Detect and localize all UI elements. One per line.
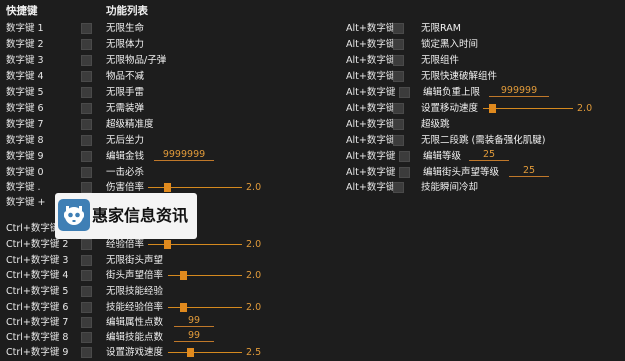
hotkey-label: Ctrl+数字键 3 (6, 255, 69, 266)
feature-toggle-checkbox[interactable] (81, 347, 92, 358)
feature-label: 技能瞬间冷却 (421, 182, 479, 193)
slider-value-readout: 2.5 (246, 347, 262, 358)
feature-toggle-checkbox[interactable] (393, 39, 404, 50)
feature-label: 锁定黑入时间 (421, 39, 479, 50)
watermark: 惠家信息资讯 (55, 193, 197, 239)
right-feature-row: Alt+数字键 1 无限RAM (0, 21, 625, 36)
feature-toggle-checkbox[interactable] (81, 239, 92, 250)
left-feature-row: Ctrl+数字键 8 编辑技能点数 99 (0, 330, 625, 345)
feature-toggle-checkbox[interactable] (399, 87, 410, 98)
watermark-text: 惠家信息资讯 (92, 206, 189, 225)
value-input-field[interactable]: 25 (469, 149, 509, 161)
value-slider-thumb[interactable] (489, 104, 496, 113)
hotkey-label: Ctrl+数字键 9 (6, 347, 69, 358)
slider-value-readout: 2.0 (577, 103, 593, 114)
hotkey-label: Ctrl+数字键 8 (6, 332, 69, 343)
value-input-field[interactable]: 25 (509, 165, 549, 177)
feature-toggle-checkbox[interactable] (81, 302, 92, 313)
hotkey-label: Alt+数字键 9 (346, 151, 405, 162)
left-feature-row: Ctrl+数字键 7 编辑属性点数 99 (0, 315, 625, 330)
feature-label: 编辑技能点数 (106, 332, 164, 343)
value-slider-thumb[interactable] (187, 348, 195, 357)
left-feature-row: Ctrl+数字键 4 街头声望倍率 2.0 (0, 268, 625, 283)
feature-label: 技能经验倍率 (106, 302, 164, 313)
feature-label: 设置游戏速度 (106, 347, 164, 358)
slider-value-readout: 2.0 (246, 239, 262, 250)
feature-label: 无限二段跳 (需装备强化肌腱) (421, 135, 546, 146)
feature-toggle-checkbox[interactable] (399, 151, 410, 162)
value-slider-track[interactable] (168, 352, 242, 353)
feature-toggle-checkbox[interactable] (393, 23, 404, 34)
hotkey-label: 数字键 + (6, 197, 46, 208)
hotkey-label: Ctrl+数字键 4 (6, 270, 69, 281)
feature-label: 编辑负重上限 (423, 87, 481, 98)
hotkey-label: Alt+数字键 5 (346, 87, 405, 98)
feature-label: 街头声望倍率 (106, 270, 164, 281)
feature-toggle-checkbox[interactable] (393, 182, 404, 193)
hotkey-label: Ctrl+数字键 5 (6, 286, 69, 297)
feature-toggle-checkbox[interactable] (81, 332, 92, 343)
right-feature-row: Alt+数字键 3 无限组件 (0, 53, 625, 68)
right-feature-row: Alt+数字键 5 编辑负重上限 999999 (0, 85, 625, 100)
feature-toggle-checkbox[interactable] (393, 135, 404, 146)
value-slider-track[interactable] (148, 244, 242, 245)
right-feature-row: Alt+数字键 9 编辑等级 25 (0, 149, 625, 164)
feature-toggle-checkbox[interactable] (393, 119, 404, 130)
slider-value-readout: 2.0 (246, 270, 262, 281)
right-feature-row: Alt+数字键 8 无限二段跳 (需装备强化肌腱) (0, 133, 625, 148)
feature-label: 无限快速破解组件 (421, 71, 498, 82)
right-feature-row: Alt+数字键 6 设置移动速度 2.0 (0, 101, 625, 116)
feature-toggle-checkbox[interactable] (393, 103, 404, 114)
feature-label: 无限组件 (421, 55, 460, 66)
left-feature-row: Ctrl+数字键 9 设置游戏速度 2.5 (0, 345, 625, 360)
game-controller-logo-icon (58, 199, 90, 231)
right-feature-row: Alt+数字键 7 超级跳 (0, 117, 625, 132)
left-feature-row: Ctrl+数字键 3 无限街头声望 (0, 253, 625, 268)
value-input-field[interactable]: 99 (174, 315, 214, 327)
feature-toggle-checkbox[interactable] (81, 286, 92, 297)
feature-label: 无限街头声望 (106, 255, 164, 266)
feature-label: 经验倍率 (106, 239, 145, 250)
feature-label: 编辑等级 (423, 151, 462, 162)
slider-value-readout: 2.0 (246, 302, 262, 313)
feature-label: 设置移动速度 (421, 103, 479, 114)
left-feature-row: Ctrl+数字键 2 经验倍率 2.0 (0, 237, 625, 252)
feature-label: 无限技能经验 (106, 286, 164, 297)
feature-label: 编辑街头声望等级 (423, 167, 500, 178)
header-features: 功能列表 (106, 5, 148, 17)
hotkey-label: Alt+数字键 0 (346, 167, 405, 178)
hotkey-label: Ctrl+数字键 7 (6, 317, 69, 328)
hotkey-label: Ctrl+数字键 6 (6, 302, 69, 313)
left-feature-row: Ctrl+数字键 6 技能经验倍率 2.0 (0, 300, 625, 315)
feature-label: 超级跳 (421, 119, 450, 130)
value-slider-thumb[interactable] (163, 240, 171, 249)
feature-label: 编辑属性点数 (106, 317, 164, 328)
right-feature-row: Alt+数字键 0 编辑街头声望等级 25 (0, 165, 625, 180)
feature-toggle-checkbox[interactable] (393, 55, 404, 66)
feature-toggle-checkbox[interactable] (81, 255, 92, 266)
value-input-field[interactable]: 999999 (489, 85, 549, 97)
value-slider-thumb[interactable] (179, 271, 187, 280)
value-input-field[interactable]: 99 (174, 330, 214, 342)
feature-toggle-checkbox[interactable] (81, 270, 92, 281)
feature-toggle-checkbox[interactable] (81, 317, 92, 328)
feature-toggle-checkbox[interactable] (393, 71, 404, 82)
header-hotkey: 快捷键 (6, 5, 38, 17)
left-feature-row: Ctrl+数字键 5 无限技能经验 (0, 284, 625, 299)
value-slider-track[interactable] (483, 108, 573, 109)
feature-toggle-checkbox[interactable] (399, 167, 410, 178)
feature-label: 无限RAM (421, 23, 461, 34)
right-feature-row: Alt+数字键 2 锁定黑入时间 (0, 37, 625, 52)
hotkey-label: Ctrl+数字键 2 (6, 239, 69, 250)
value-slider-thumb[interactable] (179, 303, 187, 312)
right-feature-row: Alt+数字键 4 无限快速破解组件 (0, 69, 625, 84)
